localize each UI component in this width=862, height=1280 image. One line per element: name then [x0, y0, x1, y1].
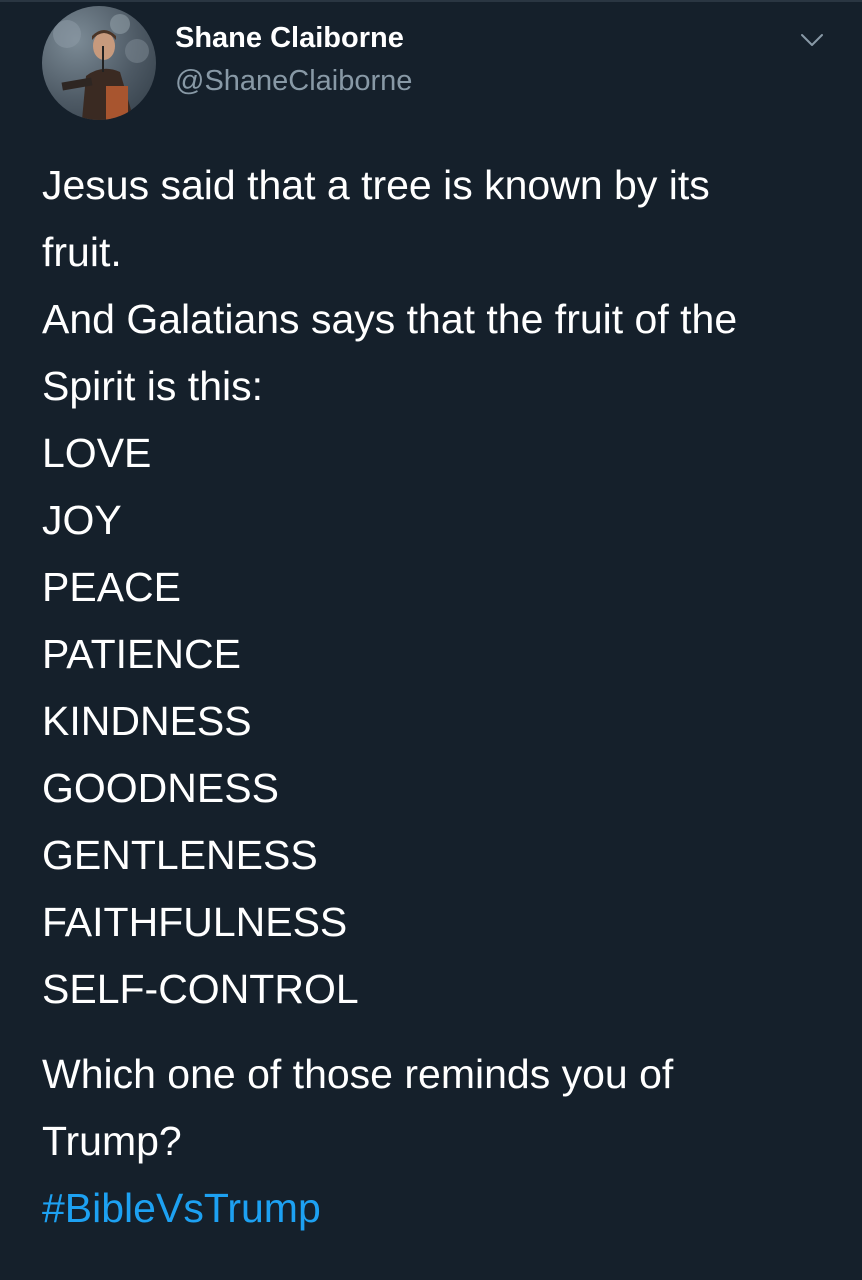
- fruit-item: KINDNESS: [42, 698, 252, 744]
- tweet-line: And Galatians says that the fruit of the: [42, 296, 738, 342]
- tweet-menu-button[interactable]: [790, 24, 834, 56]
- fruit-item: SELF-CONTROL: [42, 966, 359, 1012]
- fruit-item: GOODNESS: [42, 765, 279, 811]
- tweet-line: Which one of those reminds you of: [42, 1051, 674, 1097]
- fruit-item: JOY: [42, 497, 122, 543]
- tweet-line: Spirit is this:: [42, 363, 263, 409]
- chevron-down-icon: [801, 34, 823, 46]
- display-name[interactable]: Shane Claiborne: [175, 22, 404, 55]
- tweet-line: Trump?: [42, 1118, 182, 1164]
- avatar[interactable]: [42, 6, 156, 120]
- tweet-line: Jesus said that a tree is known by its: [42, 162, 710, 208]
- fruit-item: GENTLENESS: [42, 832, 318, 878]
- user-handle[interactable]: @ShaneClaiborne: [175, 65, 412, 98]
- fruit-item: PEACE: [42, 564, 181, 610]
- tweet-text: Jesus said that a tree is known by its f…: [42, 152, 842, 1242]
- tweet-header: Shane Claiborne @ShaneClaiborne: [0, 0, 862, 130]
- hashtag-link[interactable]: #BibleVsTrump: [42, 1175, 842, 1242]
- fruit-item: PATIENCE: [42, 631, 241, 677]
- fruit-item: LOVE: [42, 430, 152, 476]
- fruit-item: FAITHFULNESS: [42, 899, 348, 945]
- profile-photo-icon: [53, 14, 149, 120]
- tweet-line: fruit.: [42, 229, 122, 275]
